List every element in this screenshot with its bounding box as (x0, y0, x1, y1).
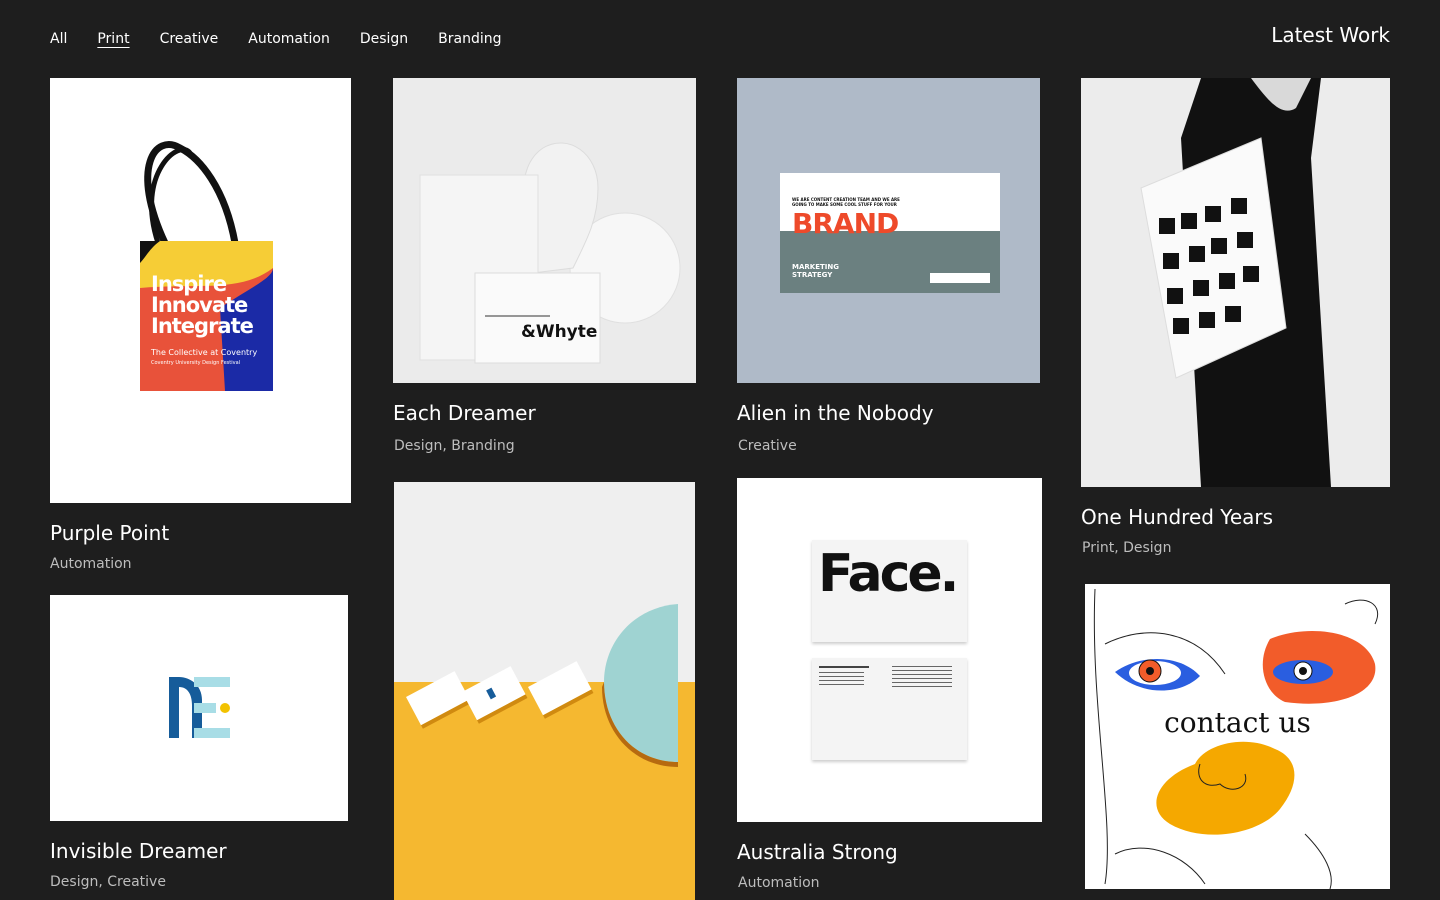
work-thumbnail-australia-strong[interactable]: Face. (737, 478, 1042, 822)
poster-line-3: Integrate (151, 314, 254, 338)
card-back (812, 658, 967, 760)
mockup-input (930, 273, 990, 283)
poster-line-2: Innovate (151, 293, 248, 317)
work-title[interactable]: Australia Strong (737, 839, 898, 865)
work-tags: Automation (50, 556, 132, 572)
work-thumbnail-purple-point[interactable]: Inspire Innovate Integrate The Collectiv… (50, 78, 351, 503)
nav-branding[interactable]: Branding (438, 29, 501, 49)
work-tags: Creative (738, 438, 797, 454)
person-tote-image (1140, 78, 1331, 487)
mockup-sub-text: MARKETING STRATEGY (792, 263, 839, 279)
mockup-headline: WE ARE CONTENT CREATION TEAM AND WE ARE … (792, 197, 900, 207)
work-tags: Design, Branding (394, 438, 515, 454)
mockup-photo (780, 231, 1000, 293)
work-thumbnail-alien[interactable]: WE ARE CONTENT CREATION TEAM AND WE ARE … (737, 78, 1040, 383)
work-thumbnail-contact-us[interactable]: contact us (1085, 584, 1390, 889)
work-title[interactable]: Purple Point (50, 520, 169, 546)
website-mockup: WE ARE CONTENT CREATION TEAM AND WE ARE … (780, 173, 1000, 293)
work-thumbnail-invisible-dreamer[interactable] (50, 595, 348, 821)
work-title[interactable]: Invisible Dreamer (50, 838, 227, 864)
logo-mark-icon (169, 677, 230, 738)
poster-sub-2: Coventry University Design Festival (151, 360, 241, 366)
nav-creative[interactable]: Creative (160, 29, 219, 49)
contact-us-text: contact us (1164, 706, 1311, 739)
work-title[interactable]: Alien in the Nobody (737, 400, 934, 426)
page-title: Latest Work (1271, 23, 1390, 47)
filter-nav: All Print Creative Automation Design Bra… (50, 29, 532, 49)
poster-sub-1: The Collective at Coventry (151, 348, 258, 357)
nav-design[interactable]: Design (360, 29, 408, 49)
business-cards-image (394, 604, 695, 900)
mockup-brand-text: BRAND (792, 207, 899, 240)
work-title[interactable]: Each Dreamer (393, 400, 536, 426)
work-thumbnail-one-hundred-years[interactable] (1081, 78, 1390, 487)
poster-line-1: Inspire (151, 272, 227, 296)
work-tags: Design, Creative (50, 874, 166, 890)
work-tags: Automation (738, 875, 820, 891)
nav-all[interactable]: All (50, 29, 67, 49)
work-thumbnail-business-cards[interactable] (394, 482, 695, 900)
brand-wordmark: &Whyte (521, 322, 598, 342)
card-front: Face. (812, 540, 967, 642)
work-title[interactable]: One Hundred Years (1081, 504, 1273, 530)
work-tags: Print, Design (1082, 540, 1172, 556)
work-thumbnail-each-dreamer[interactable]: &Whyte (393, 78, 696, 383)
face-wordmark: Face. (818, 544, 959, 604)
nav-print[interactable]: Print (97, 29, 129, 49)
nav-automation[interactable]: Automation (248, 29, 330, 49)
